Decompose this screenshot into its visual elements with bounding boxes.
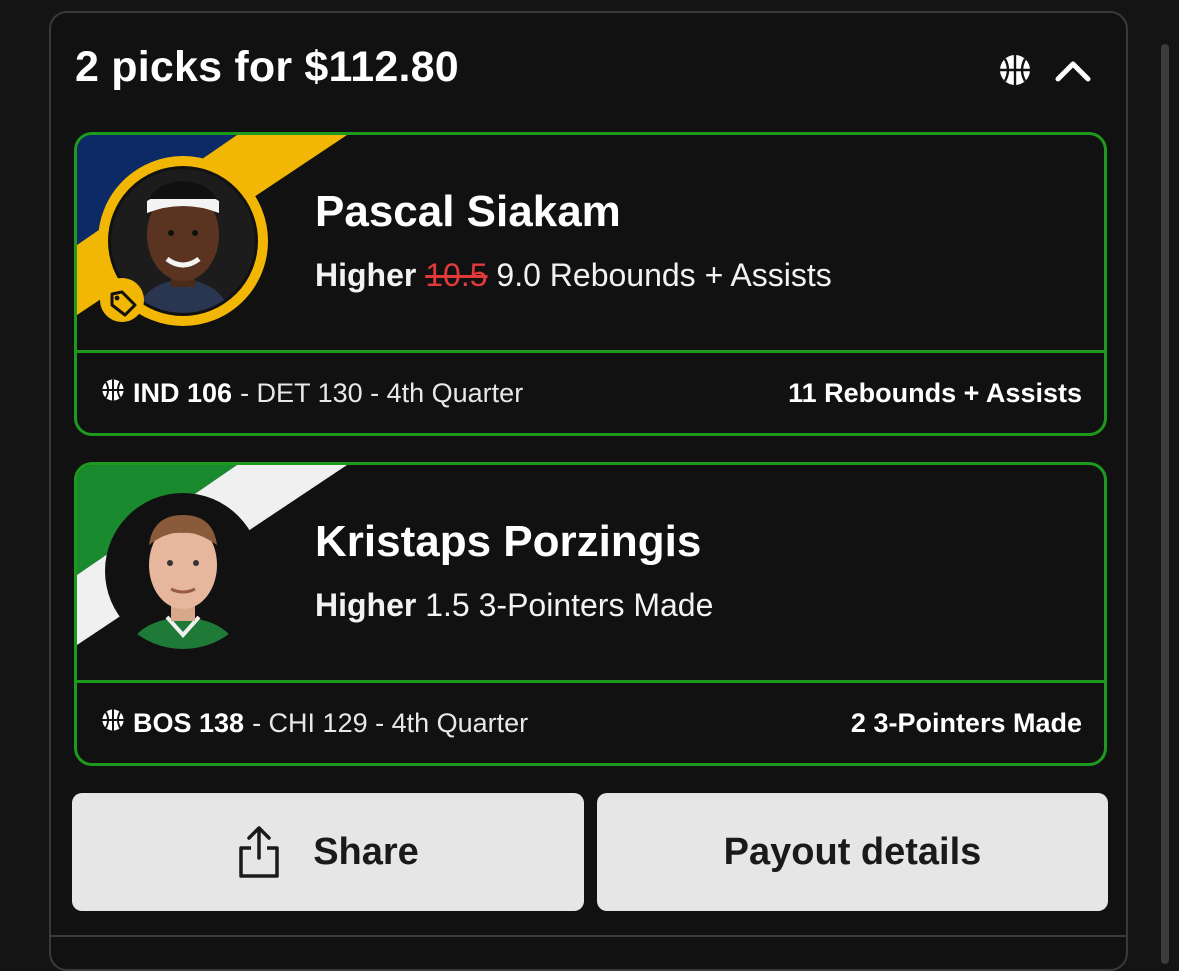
live-result: 11 Rebounds + Assists — [788, 377, 1082, 408]
scrollbar[interactable] — [1161, 44, 1169, 964]
entry-card: 2 picks for $112.80 Pascal Siakam Higher… — [49, 11, 1128, 971]
payout-details-button[interactable]: Payout details — [597, 793, 1108, 911]
opponent-score: - CHI 129 - 4th Quarter — [252, 707, 529, 738]
share-button[interactable]: Share — [72, 793, 584, 911]
share-label: Share — [313, 830, 419, 873]
pick-header: Kristaps Porzingis Higher 1.5 3-Pointers… — [77, 465, 1104, 680]
basketball-icon — [101, 378, 125, 409]
entry-title: 2 picks for $112.80 — [75, 43, 459, 91]
divider — [51, 935, 1126, 937]
pick-card-porzingis[interactable]: Kristaps Porzingis Higher 1.5 3-Pointers… — [74, 462, 1107, 766]
payout-label: Payout details — [723, 830, 982, 873]
game-score: IND 106 - DET 130 - 4th Quarter — [101, 378, 523, 409]
basketball-icon — [101, 708, 125, 739]
share-icon — [237, 824, 281, 880]
pick-line: Higher 1.5 3-Pointers Made — [315, 587, 713, 624]
player-avatar — [97, 485, 269, 662]
player-name: Pascal Siakam — [315, 187, 621, 236]
header-icons — [998, 53, 1092, 92]
team-score: BOS 138 — [133, 707, 245, 738]
game-status-row: BOS 138 - CHI 129 - 4th Quarter 2 3-Poin… — [77, 683, 1104, 763]
pick-header: Pascal Siakam Higher 10.5 9.0 Rebounds +… — [77, 135, 1104, 350]
player-name: Kristaps Porzingis — [315, 517, 702, 566]
chevron-up-icon[interactable] — [1054, 57, 1092, 88]
tag-icon — [99, 277, 145, 328]
pick-direction: Higher — [315, 257, 417, 293]
team-score: IND 106 — [133, 377, 233, 408]
opponent-score: - DET 130 - 4th Quarter — [240, 377, 524, 408]
current-line: 9.0 — [496, 257, 541, 293]
pick-line: Higher 10.5 9.0 Rebounds + Assists — [315, 257, 832, 294]
current-line: 1.5 — [425, 587, 470, 623]
live-result: 2 3-Pointers Made — [850, 707, 1082, 738]
original-line: 10.5 — [425, 257, 488, 293]
pick-direction: Higher — [315, 587, 417, 623]
game-status-row: IND 106 - DET 130 - 4th Quarter 11 Rebou… — [77, 353, 1104, 433]
basketball-icon — [998, 53, 1032, 92]
pick-card-siakam[interactable]: Pascal Siakam Higher 10.5 9.0 Rebounds +… — [74, 132, 1107, 436]
stat-type: Rebounds + Assists — [549, 257, 832, 293]
stat-type: 3-Pointers Made — [478, 587, 714, 623]
game-score: BOS 138 - CHI 129 - 4th Quarter — [101, 708, 528, 739]
